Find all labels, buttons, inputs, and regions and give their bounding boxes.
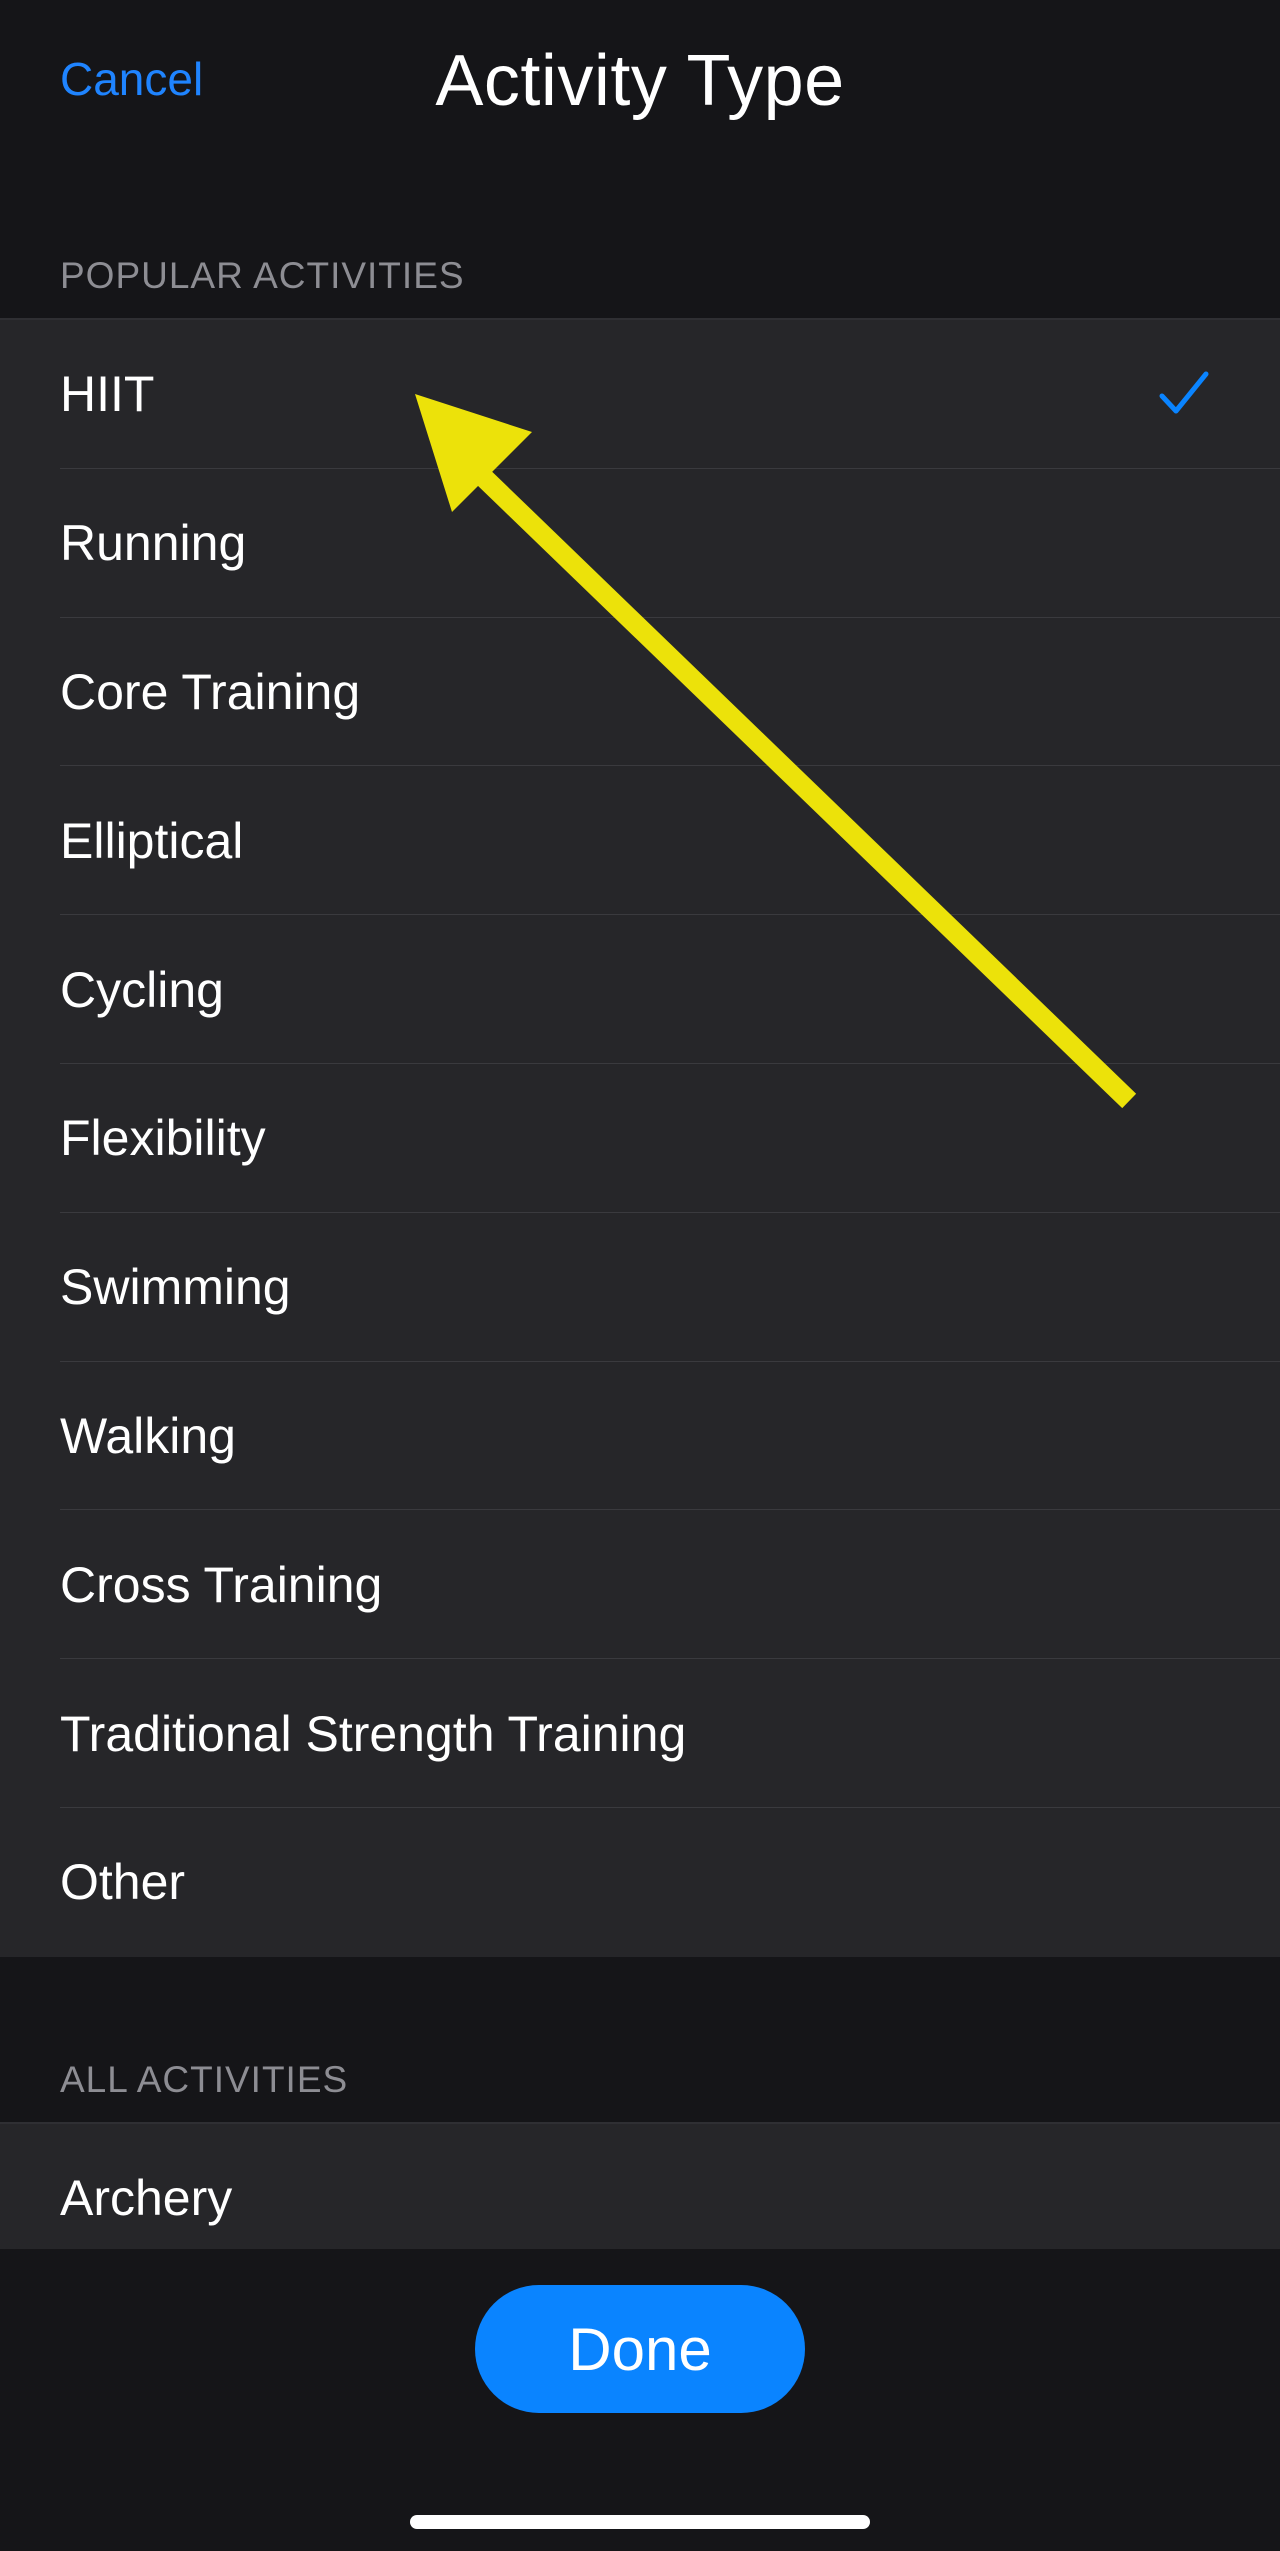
list-item-hiit[interactable]: HIIT <box>0 320 1280 469</box>
list-item-label: Archery <box>60 2170 233 2226</box>
list-item-cycling[interactable]: Cycling <box>0 915 1280 1064</box>
list-item-label: Cycling <box>60 961 224 1018</box>
list-item-elliptical[interactable]: Elliptical <box>0 766 1280 916</box>
home-indicator <box>410 2515 870 2529</box>
list-item-label: Swimming <box>60 1259 291 1316</box>
list-item-label: Core Training <box>60 663 361 720</box>
list-item-label: Other <box>60 1854 186 1911</box>
list-item-label: HIIT <box>60 366 155 423</box>
list-item-other[interactable]: Other <box>0 1808 1280 1957</box>
navigation-bar: Cancel Activity Type <box>0 0 1280 170</box>
list-item-label: Flexibility <box>60 1110 266 1167</box>
list-item-core-training[interactable]: Core Training <box>0 618 1280 767</box>
checkmark-icon <box>1159 371 1209 414</box>
bottom-bar: Done <box>0 2249 1280 2551</box>
section-header-popular: POPULAR ACTIVITIES <box>60 255 465 296</box>
all-activities-list: Archery <box>0 2122 1280 2250</box>
list-item-running[interactable]: Running <box>0 469 1280 618</box>
list-item-label: Cross Training <box>60 1556 383 1613</box>
done-button[interactable]: Done <box>475 2285 805 2413</box>
section-header-all: ALL ACTIVITIES <box>60 2059 349 2100</box>
list-item-flexibility[interactable]: Flexibility <box>0 1064 1280 1213</box>
list-item-label: Running <box>60 515 247 572</box>
list-item-walking[interactable]: Walking <box>0 1362 1280 1511</box>
list-item-cross-training[interactable]: Cross Training <box>0 1510 1280 1660</box>
list-item-swimming[interactable]: Swimming <box>0 1213 1280 1362</box>
popular-activities-list: HIIT Running Core Training Elliptical Cy… <box>0 318 1280 1957</box>
list-item-traditional-strength-training[interactable]: Traditional Strength Training <box>0 1659 1280 1808</box>
list-item-label: Traditional Strength Training <box>60 1705 687 1762</box>
list-item-archery[interactable]: Archery <box>0 2124 1280 2250</box>
list-item-label: Elliptical <box>60 812 244 869</box>
list-item-label: Walking <box>60 1407 236 1464</box>
page-title: Activity Type <box>435 41 845 121</box>
